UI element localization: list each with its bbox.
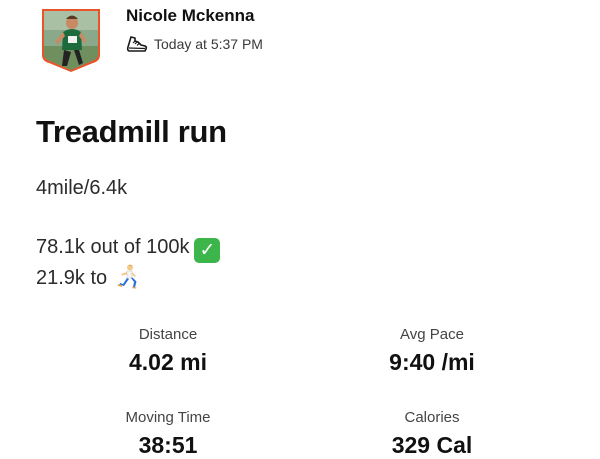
runner-icon	[117, 264, 137, 289]
stat-label: Avg Pace	[400, 326, 464, 343]
stat-label: Moving Time	[125, 409, 211, 426]
activity-meta: Today at 5:37 PM	[126, 34, 263, 54]
activity-description: 4mile/6.4k 78.1k out of 100k ✓ 21.9k to	[36, 173, 221, 293]
description-line-remaining: 21.9k to	[36, 263, 220, 293]
shoe-icon	[126, 36, 148, 52]
stat-label: Calories	[404, 409, 460, 426]
stat-distance: Distance 4.02 mi	[68, 326, 268, 376]
athlete-photo	[42, 9, 100, 72]
progress-text: 78.1k out of 100k	[36, 236, 190, 258]
athlete-name[interactable]: Nicole Mckenna	[126, 6, 255, 26]
athlete-avatar[interactable]	[41, 8, 101, 73]
stat-value: 9:40 /mi	[389, 349, 475, 375]
stat-moving-time: Moving Time 38:51	[68, 409, 268, 459]
activity-title[interactable]: Treadmill run	[36, 114, 227, 150]
stat-avg-pace: Avg Pace 9:40 /mi	[332, 326, 532, 376]
description-line: 4mile/6.4k	[36, 177, 128, 199]
stat-calories: Calories 329 Cal	[332, 409, 532, 459]
remaining-text: 21.9k to	[36, 267, 108, 289]
stat-value: 329 Cal	[391, 432, 473, 458]
stat-label: Distance	[138, 326, 198, 343]
stat-value: 4.02 mi	[129, 349, 207, 375]
description-spacer	[36, 203, 220, 232]
activity-timestamp: Today at 5:37 PM	[154, 36, 263, 52]
description-line-progress: 78.1k out of 100k ✓	[36, 232, 221, 263]
check-mark-icon: ✓	[194, 238, 221, 263]
stat-value: 38:51	[138, 432, 198, 458]
